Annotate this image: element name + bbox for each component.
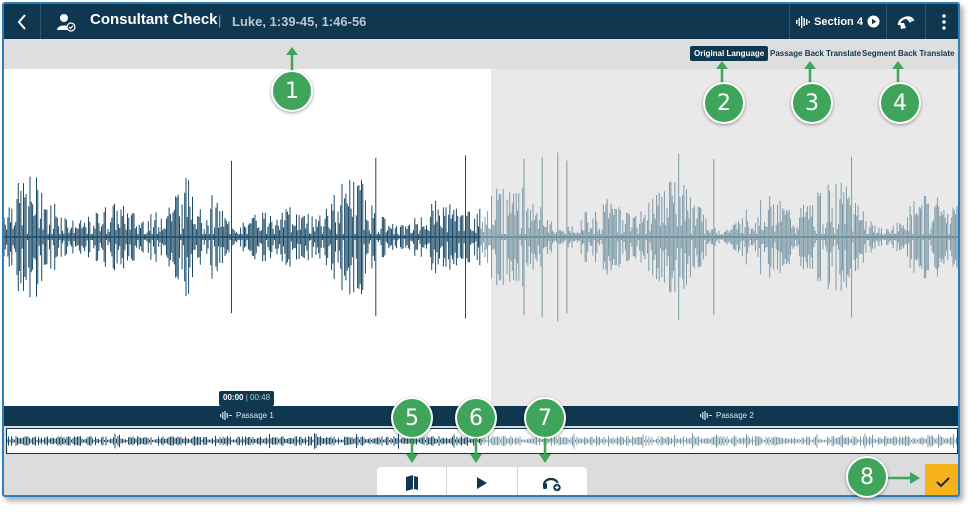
title-separator: | — [218, 13, 222, 28]
book-button[interactable] — [377, 467, 448, 495]
headset-add-icon — [543, 477, 563, 492]
segment-back-translate-option[interactable]: Segment Back Translate — [862, 49, 954, 58]
passage-reference: Luke, 1:39-45, 1:46-56 — [232, 14, 367, 29]
approve-button[interactable] — [925, 464, 958, 495]
current-time: 00:00 — [223, 393, 244, 402]
callout-8: 8 — [846, 456, 888, 498]
book-icon — [405, 475, 418, 491]
section-button[interactable]: Section 4 — [790, 4, 886, 39]
passage-2-marker[interactable]: Passage 2 — [700, 411, 754, 420]
top-bar: Consultant Check | Luke, 1:39-45, 1:46-5… — [4, 4, 958, 39]
back-button[interactable] — [4, 4, 39, 39]
callout-arrow — [406, 438, 418, 463]
callout-arrow — [470, 438, 482, 463]
callout-3: 3 — [791, 82, 833, 124]
playback-time: 00:00 | 00:48 — [219, 391, 275, 406]
page-title: Consultant Check — [90, 11, 218, 28]
waveform-icon — [220, 411, 232, 420]
play-button[interactable] — [447, 467, 518, 495]
play-circle-icon — [867, 15, 880, 28]
callout-1: 1 — [271, 70, 313, 112]
playback-controls — [377, 467, 587, 495]
chevron-left-icon — [17, 13, 26, 30]
callout-5: 5 — [391, 397, 433, 439]
user-check-icon — [57, 14, 76, 32]
callout-7: 7 — [524, 397, 566, 439]
waveform-icon — [796, 15, 810, 28]
callout-arrow — [539, 438, 551, 463]
headset-icon — [897, 15, 915, 29]
passage-label: Passage 1 — [236, 411, 274, 420]
time-separator: | — [245, 393, 248, 402]
callout-arrow — [888, 472, 920, 484]
record-response-button[interactable] — [518, 467, 587, 495]
played-waveform — [4, 155, 481, 319]
section-label: Section 4 — [814, 15, 863, 28]
more-vertical-icon — [942, 13, 946, 30]
callout-6: 6 — [455, 397, 497, 439]
checkmark-icon — [935, 476, 950, 487]
unplayed-waveform — [480, 152, 958, 322]
callout-4: 4 — [879, 82, 921, 124]
divider — [40, 4, 41, 39]
headset-button[interactable] — [887, 4, 925, 39]
waveform-icon — [700, 411, 712, 420]
callout-2: 2 — [703, 82, 745, 124]
more-menu-button[interactable] — [926, 4, 958, 39]
passage-label: Passage 2 — [716, 411, 754, 420]
passage-1-marker[interactable]: Passage 1 — [220, 411, 274, 420]
total-time: 00:48 — [250, 393, 271, 402]
passage-back-translate-option[interactable]: Passage Back Translate — [770, 49, 861, 58]
play-icon — [476, 477, 487, 489]
